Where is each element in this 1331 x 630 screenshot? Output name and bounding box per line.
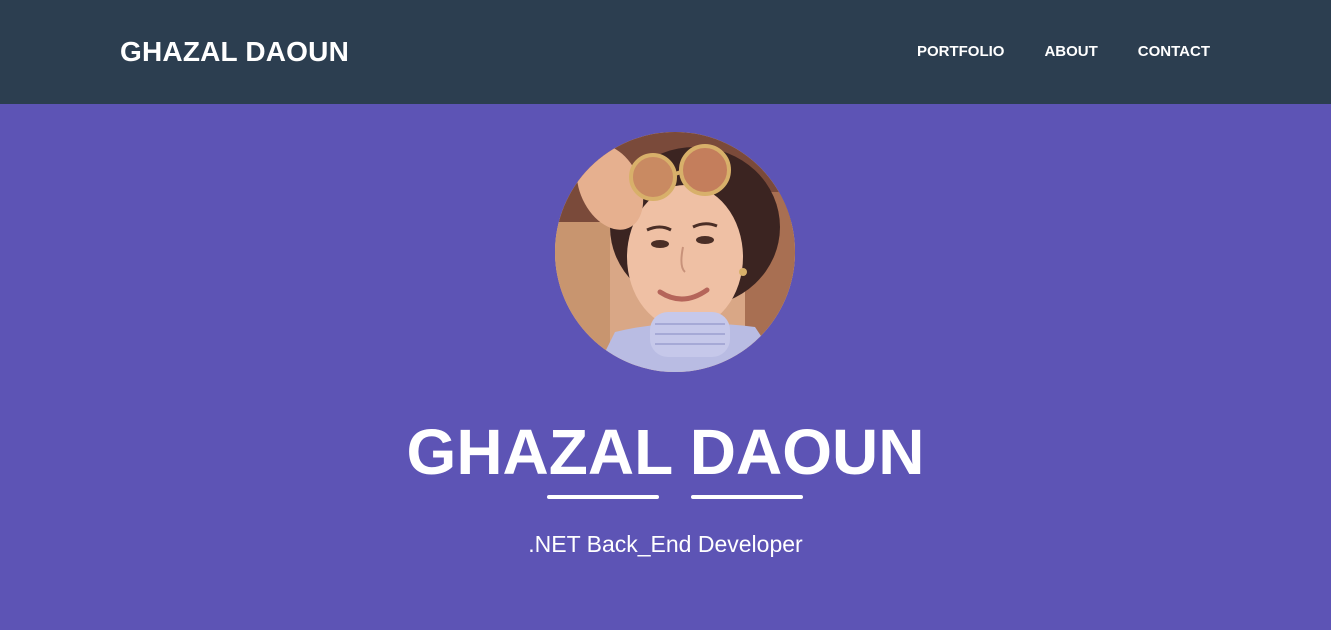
divider-line-left [547, 495, 659, 499]
brand-link[interactable]: GHAZAL DAOUN [120, 33, 349, 71]
navbar: GHAZAL DAOUN PORTFOLIO ABOUT CONTACT [0, 0, 1331, 104]
profile-photo-icon [555, 132, 795, 372]
nav-link-portfolio[interactable]: PORTFOLIO [917, 42, 1005, 62]
nav-links: PORTFOLIO ABOUT CONTACT [917, 42, 1210, 62]
hero-title: GHAZAL DAOUN [406, 416, 925, 488]
nav-link-contact[interactable]: CONTACT [1138, 42, 1210, 62]
hero-subtitle: .NET Back_End Developer [528, 531, 803, 557]
avatar [555, 132, 795, 372]
hero-section: GHAZAL DAOUN .NET Back_End Developer [0, 104, 1331, 630]
divider-line-right [691, 495, 803, 499]
nav-link-about[interactable]: ABOUT [1044, 42, 1097, 62]
